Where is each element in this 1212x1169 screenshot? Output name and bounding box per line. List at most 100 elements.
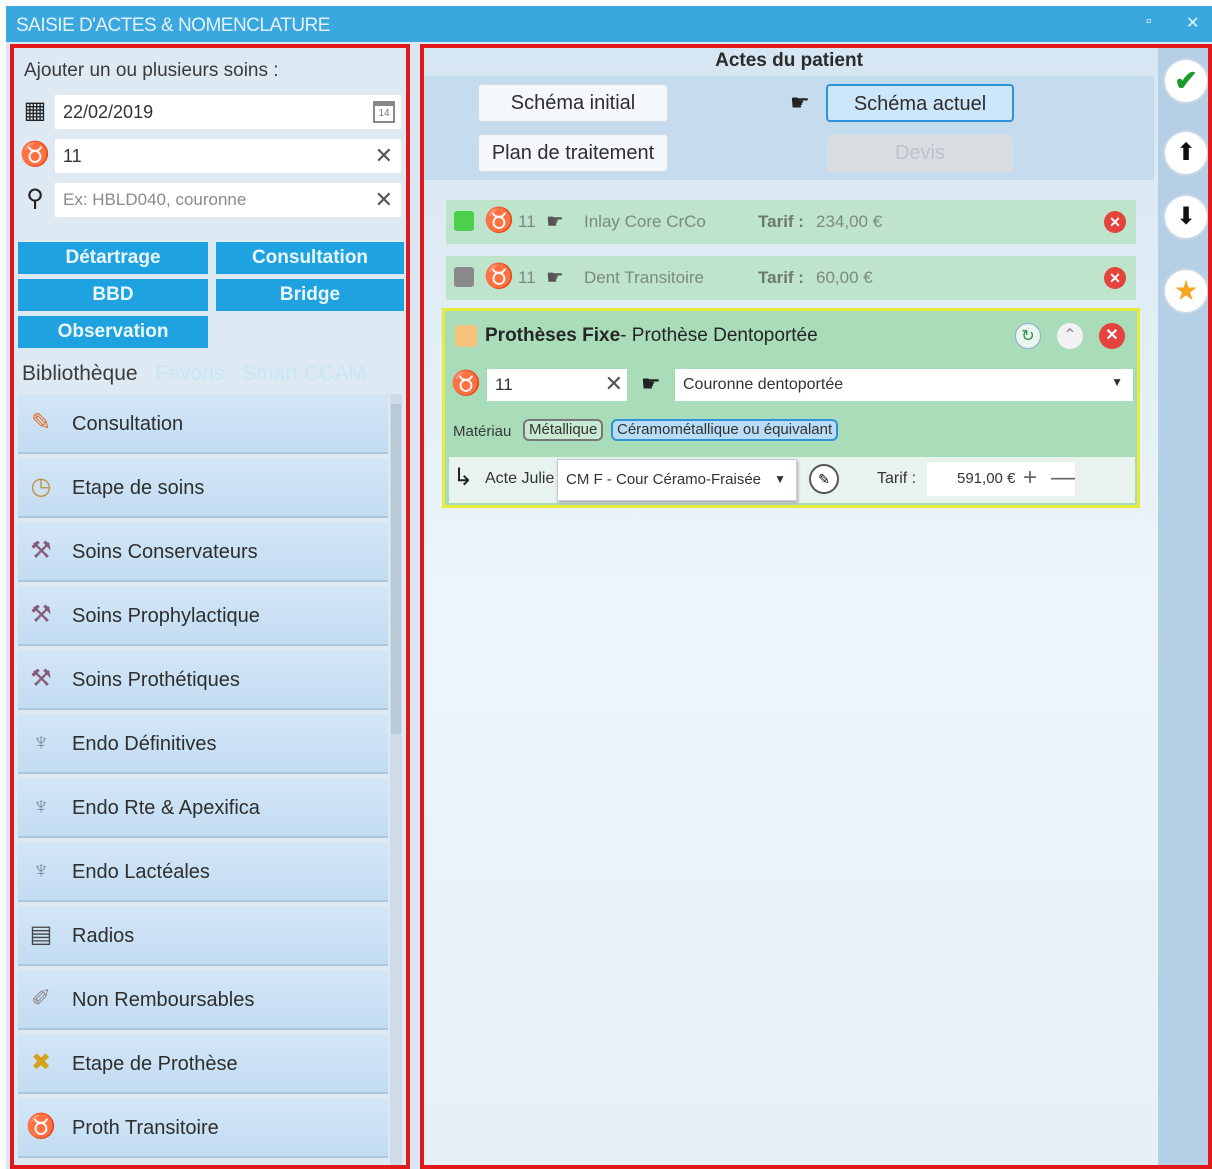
- library-item-label: Non Remboursables: [72, 989, 255, 1011]
- plan-traitement-button[interactable]: Plan de traitement: [478, 134, 668, 172]
- arrow-down-icon[interactable]: ⬇: [1163, 194, 1208, 240]
- chip-metallique[interactable]: Métallique: [523, 419, 604, 441]
- action-sidebar: ✔ ⬆ ⬇ ★: [1158, 48, 1208, 1165]
- library-item-endo-lacteales[interactable]: ♆ Endo Lactéales: [18, 842, 388, 902]
- selected-acte-card: Prothèses Fixe- Prothèse Dentoportée ↻ ⌃…: [442, 308, 1140, 508]
- tooth-value: 11: [63, 146, 82, 166]
- search-field: ⚲ Ex: HBLD040, couronne ✕: [18, 180, 402, 218]
- card-title: Prothèses Fixe- Prothèse Dentoportée: [485, 325, 818, 347]
- dental-tool-icon: ⚒: [30, 601, 52, 628]
- library-list: ✎ Consultation ◷ Etape de soins ⚒ Soins …: [18, 394, 388, 1162]
- library-item-endo-rte[interactable]: ♆ Endo Rte & Apexifica: [18, 778, 388, 838]
- acte-row[interactable]: ♉ 11 ☛ Inlay Core CrCo Tarif : 234,00 € …: [446, 200, 1136, 244]
- library-item-non-remboursables[interactable]: ✐ Non Remboursables: [18, 970, 388, 1030]
- library-item-label: Endo Rte & Apexifica: [72, 797, 260, 819]
- calendar-picker-icon[interactable]: 14: [373, 101, 395, 123]
- schema-actuel-button[interactable]: Schéma actuel: [826, 84, 1014, 122]
- search-input[interactable]: Ex: HBLD040, couronne ✕: [54, 182, 402, 218]
- tooth-icon: ♉: [484, 263, 514, 290]
- library-item-soins-prothetiques[interactable]: ⚒ Soins Prothétiques: [18, 650, 388, 710]
- note-icon: ✐: [30, 985, 52, 1012]
- card-tooth-value: 11: [495, 375, 513, 394]
- prosthesis-type-select[interactable]: Couronne dentoportée ▼: [675, 369, 1133, 401]
- edit-pen-icon[interactable]: ✎: [809, 464, 839, 494]
- library-item-endo-definitives[interactable]: ♆ Endo Définitives: [18, 714, 388, 774]
- acte-julie-select[interactable]: CM F - Cour Céramo-Fraisée ▼: [557, 459, 797, 501]
- library-item-etape-de-prothese[interactable]: ✖ Etape de Prothèse: [18, 1034, 388, 1094]
- tooth-root-icon: ♆: [32, 793, 50, 820]
- status-square: [454, 211, 474, 231]
- library-item-etape-de-soins[interactable]: ◷ Etape de soins: [18, 458, 388, 518]
- status-square: [455, 325, 477, 347]
- library-item-label: Etape de soins: [72, 477, 205, 499]
- clock-icon: ◷: [30, 473, 52, 500]
- quick-bridge-button[interactable]: Bridge: [216, 279, 404, 311]
- tab-favoris[interactable]: Favoris: [155, 362, 224, 385]
- library-item-label: Endo Lactéales: [72, 861, 210, 883]
- tarif-input[interactable]: 591,00 € + —: [927, 462, 1075, 496]
- restore-icon[interactable]: ▫: [1146, 13, 1152, 31]
- chip-ceramometallique[interactable]: Céramométallique ou équivalant: [611, 419, 839, 441]
- clear-tooth-icon[interactable]: ✕: [375, 143, 393, 169]
- library-item-label: Soins Prothétiques: [72, 669, 240, 691]
- collapse-icon[interactable]: ⌃: [1057, 323, 1083, 349]
- delete-icon[interactable]: ✕: [1099, 323, 1125, 349]
- clear-icon[interactable]: ✕: [605, 371, 623, 397]
- acte-julie-value: CM F - Cour Céramo-Fraisée: [566, 471, 762, 488]
- acte-row[interactable]: ♉ 11 ☛ Dent Transitoire Tarif : 60,00 € …: [446, 256, 1136, 300]
- scrollbar-thumb[interactable]: [391, 404, 401, 734]
- tooth-input[interactable]: 11 ✕: [54, 138, 402, 174]
- acte-julie-row: ↳ Acte Julie CM F - Cour Céramo-Fraisée …: [449, 457, 1135, 503]
- pointing-hand-icon: ☛: [790, 90, 810, 115]
- minus-icon[interactable]: —: [1051, 464, 1075, 492]
- pointing-hand-icon: ☛: [546, 211, 564, 233]
- tarif-value: 591,00 €: [957, 470, 1016, 487]
- clear-search-icon[interactable]: ✕: [375, 187, 393, 213]
- quick-consultation-button[interactable]: Consultation: [216, 242, 404, 274]
- date-input[interactable]: 22/02/2019 14: [54, 94, 402, 130]
- title-bar: SAISIE D'ACTES & NOMENCLATURE ▫ ✕: [6, 6, 1212, 42]
- card-tooth-input[interactable]: 11 ✕: [487, 369, 627, 401]
- tab-smart-ccam[interactable]: Smart CCAM: [242, 362, 366, 385]
- pointing-hand-icon: ☛: [546, 267, 564, 289]
- library-item-label: Radios: [72, 925, 135, 947]
- refresh-icon[interactable]: ↻: [1015, 323, 1041, 349]
- validate-check-icon[interactable]: ✔: [1163, 58, 1208, 104]
- library-item-soins-prophylactique[interactable]: ⚒ Soins Prophylactique: [18, 586, 388, 646]
- tarif-label: Tarif :: [877, 470, 917, 487]
- devis-button[interactable]: Devis: [826, 134, 1014, 172]
- library-item-proth-transitoire[interactable]: ♉ Proth Transitoire: [18, 1098, 388, 1158]
- acte-julie-label: Acte Julie: [485, 470, 555, 487]
- schema-toolbar: Schéma initial ☛ Schéma actuel Plan de t…: [424, 76, 1154, 180]
- delete-icon[interactable]: ✕: [1104, 211, 1126, 233]
- tooth-root-icon: ♆: [32, 729, 50, 756]
- tab-bibliotheque[interactable]: Bibliothèque: [22, 362, 138, 385]
- schema-initial-button[interactable]: Schéma initial: [478, 84, 668, 122]
- library-item-radios[interactable]: ▤ Radios: [18, 906, 388, 966]
- library-item-soins-conservateurs[interactable]: ⚒ Soins Conservateurs: [18, 522, 388, 582]
- quick-observation-button[interactable]: Observation: [18, 316, 208, 348]
- window-title: SAISIE D'ACTES & NOMENCLATURE: [16, 15, 330, 36]
- card-title-bold: Prothèses Fixe: [485, 325, 621, 346]
- plus-icon[interactable]: +: [1023, 464, 1037, 492]
- tooth-icon: ♉: [26, 1113, 56, 1140]
- card-title-rest: - Prothèse Dentoportée: [620, 325, 818, 346]
- status-square: [454, 267, 474, 287]
- acte-tarif-label: Tarif :: [758, 268, 804, 287]
- xray-icon: ▤: [29, 921, 53, 948]
- acte-tooth: 11: [518, 212, 536, 231]
- date-field: ▦ 22/02/2019 14: [18, 92, 402, 130]
- dental-tool-icon: ⚒: [30, 665, 52, 692]
- quick-bbd-button[interactable]: BBD: [18, 279, 208, 311]
- tooth-field: ♉ 11 ✕: [18, 136, 402, 174]
- library-scrollbar[interactable]: [390, 394, 402, 1165]
- panel-title: Actes du patient: [715, 50, 863, 71]
- delete-icon[interactable]: ✕: [1104, 267, 1126, 289]
- library-item-consultation[interactable]: ✎ Consultation: [18, 394, 388, 454]
- arrow-up-icon[interactable]: ⬆: [1163, 130, 1208, 176]
- quick-detartrage-button[interactable]: Détartrage: [18, 242, 208, 274]
- tooth-icon: ♉: [484, 207, 514, 234]
- date-value: 22/02/2019: [63, 102, 154, 122]
- star-icon[interactable]: ★: [1163, 268, 1208, 314]
- close-icon[interactable]: ✕: [1186, 13, 1199, 33]
